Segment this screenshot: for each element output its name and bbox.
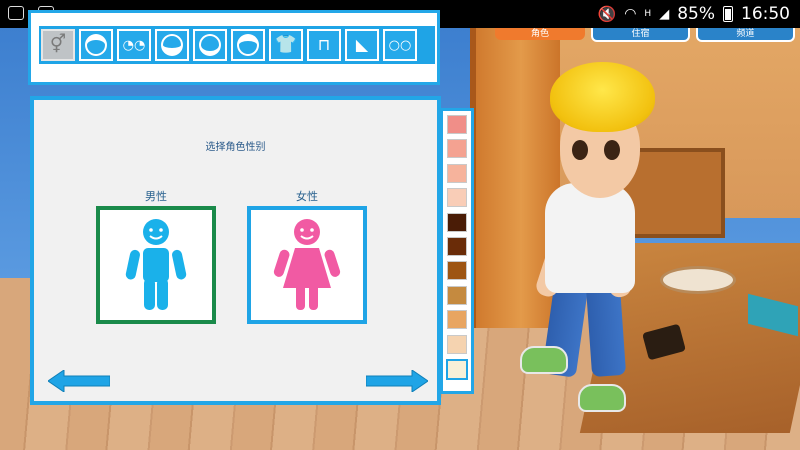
shirt-icon: 👕 — [274, 34, 298, 55]
color-swatch[interactable] — [447, 188, 467, 208]
character-eye-left — [572, 140, 588, 160]
gender-panel: 选择角色性别 男性 女性 — [30, 96, 441, 405]
color-swatch[interactable] — [447, 115, 467, 134]
shoe-icon: ◣ — [355, 35, 369, 54]
beard-button[interactable] — [193, 29, 227, 61]
tab-accommodation[interactable]: 住宿 — [591, 28, 690, 42]
female-option[interactable] — [247, 206, 367, 324]
female-figure-icon — [273, 219, 341, 310]
scene-nav: 角色 住宿 频道 — [495, 28, 800, 42]
character-shoe-right — [578, 384, 626, 412]
top-button[interactable]: 👕 — [269, 29, 303, 61]
character-shoe-left — [520, 346, 568, 374]
shoes-button[interactable]: ◣ — [345, 29, 379, 61]
character-body — [545, 183, 635, 293]
color-swatch[interactable] — [447, 334, 467, 354]
panel-title: 选择角色性别 — [205, 142, 266, 153]
face-icon — [85, 34, 107, 56]
male-figure-icon — [125, 219, 187, 310]
gender-button[interactable]: ⚥ — [41, 29, 75, 61]
battery-percent: 85% — [677, 4, 715, 24]
color-swatch[interactable] — [447, 212, 467, 232]
color-swatch[interactable] — [447, 261, 467, 281]
plate — [660, 266, 736, 294]
notification-icon — [8, 6, 24, 20]
male-label: 男性 — [145, 190, 167, 203]
male-option[interactable] — [96, 206, 216, 324]
battery-icon — [723, 6, 733, 22]
hat-icon — [237, 34, 259, 56]
color-swatch[interactable] — [447, 285, 467, 305]
color-swatch[interactable] — [447, 139, 467, 159]
pants-button[interactable]: ⊓ — [307, 29, 341, 61]
gender-icon: ⚥ — [49, 34, 67, 55]
glasses-button[interactable]: ○○ — [383, 29, 417, 61]
character-hair — [550, 62, 655, 132]
beard-icon — [199, 34, 221, 56]
color-palette — [440, 108, 474, 394]
eyes-button[interactable]: ◔◔ — [117, 29, 151, 61]
eyes-icon: ◔◔ — [122, 37, 146, 53]
wifi-icon: ◠ — [624, 6, 637, 22]
customization-toolbar: ⚥ ◔◔ 👕 ⊓ ◣ ○○ — [28, 10, 440, 85]
mouth-icon — [161, 34, 183, 56]
color-swatch[interactable] — [447, 236, 467, 256]
pants-icon: ⊓ — [317, 35, 331, 54]
color-swatch[interactable] — [446, 358, 468, 380]
hat-button[interactable] — [231, 29, 265, 61]
next-arrow-button[interactable] — [366, 370, 428, 392]
color-swatch[interactable] — [447, 310, 467, 330]
color-swatch[interactable] — [447, 163, 467, 183]
prev-arrow-button[interactable] — [48, 370, 110, 392]
tab-character[interactable]: 角色 — [495, 28, 585, 40]
mute-icon: 🔇 — [597, 5, 617, 23]
tab-channel[interactable]: 频道 — [696, 28, 795, 42]
network-type: H — [644, 9, 652, 19]
character-eye-right — [604, 140, 620, 160]
face-button[interactable] — [79, 29, 113, 61]
glasses-icon: ○○ — [388, 37, 412, 53]
category-strip: ⚥ ◔◔ 👕 ⊓ ◣ ○○ — [39, 26, 435, 64]
signal-icon: ◢ — [659, 6, 670, 22]
mouth-button[interactable] — [155, 29, 189, 61]
female-label: 女性 — [296, 190, 318, 203]
clock: 16:50 — [741, 4, 790, 24]
